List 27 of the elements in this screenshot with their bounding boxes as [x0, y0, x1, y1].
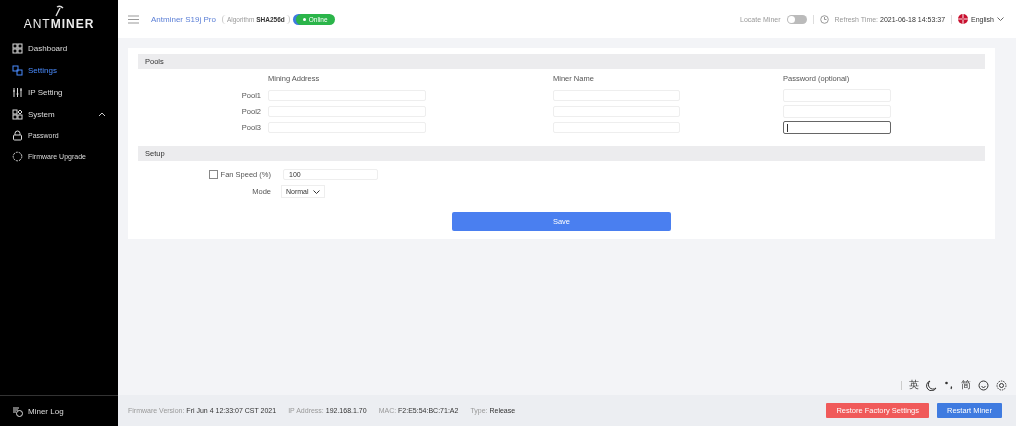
settings-icon[interactable]: [996, 379, 1007, 391]
nav-item[interactable]: Dashboard: [0, 37, 118, 59]
sliders-icon: [12, 86, 23, 98]
password-field[interactable]: [783, 121, 891, 134]
fan-checkbox[interactable]: [208, 170, 218, 179]
nav-item[interactable]: System: [0, 103, 118, 125]
pickaxe-icon: [54, 5, 64, 17]
smiley-icon[interactable]: [978, 379, 989, 391]
clock-icon: [819, 14, 829, 24]
lock-icon: [12, 130, 23, 141]
caret-icon: [997, 17, 1004, 21]
settings-icon: [12, 64, 23, 76]
nav-item[interactable]: Settings: [0, 59, 118, 81]
locate-toggle[interactable]: [786, 14, 807, 24]
punctuation-icon[interactable]: [944, 380, 954, 390]
system-icon: [12, 108, 23, 120]
caret-icon: [312, 189, 320, 194]
ime-button[interactable]: 英: [909, 378, 919, 392]
menu-icon[interactable]: [128, 14, 139, 24]
flag-icon: [958, 14, 969, 24]
moon-icon[interactable]: [926, 379, 937, 391]
dashboard-icon: [12, 42, 23, 54]
miner-model: Antminer S19j Pro: [151, 14, 216, 24]
log-icon: [12, 405, 23, 417]
logo-text: ANTMINER: [23, 17, 95, 31]
nav-item[interactable]: IP Setting: [0, 81, 118, 103]
ime-button[interactable]: 简: [961, 378, 971, 392]
